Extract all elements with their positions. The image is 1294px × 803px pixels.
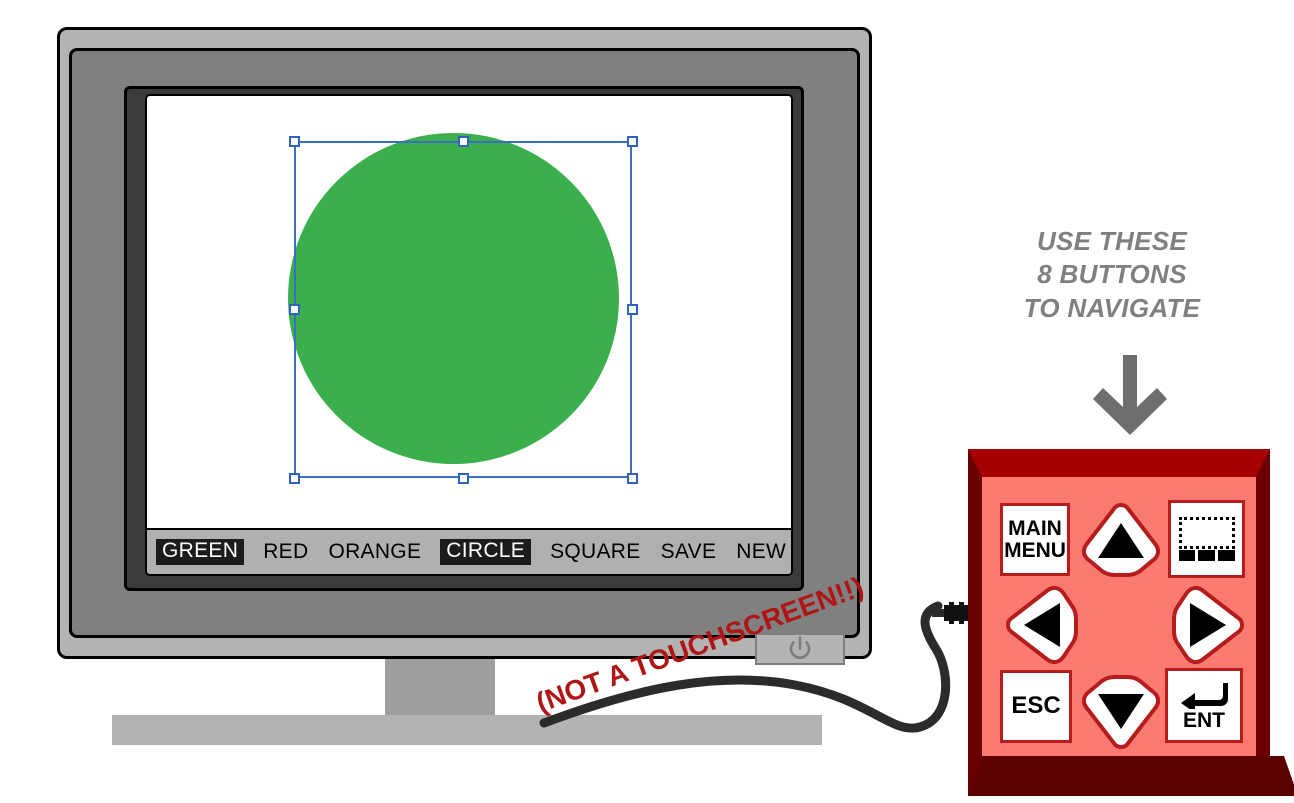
- toolbar-option-red-label: RED: [263, 540, 309, 563]
- toolbar-option-red[interactable]: RED: [253, 530, 318, 574]
- keypad-bottom-bevel: [968, 756, 1294, 796]
- selection-handle-middle-left[interactable]: [289, 304, 300, 315]
- screen-toggle-bar-2: [1198, 550, 1215, 561]
- selection-bounding-box: [294, 141, 632, 478]
- keypad-screen-toggle-button[interactable]: [1168, 500, 1245, 578]
- keypad-main-menu-button[interactable]: MAIN MENU: [1000, 503, 1070, 576]
- toolbar-option-circle[interactable]: CIRCLE: [431, 530, 540, 574]
- keypad-esc-button[interactable]: ESC: [1000, 670, 1072, 743]
- navigate-hint-line-3: TO NAVIGATE: [1023, 292, 1201, 323]
- selection-handle-middle-right[interactable]: [627, 304, 638, 315]
- screen-toggle-bars: [1178, 550, 1235, 561]
- keypad-right-button[interactable]: [1164, 581, 1248, 669]
- keypad-main-menu-line-2: MENU: [1004, 538, 1066, 562]
- selection-handle-top-center[interactable]: [458, 136, 469, 147]
- toolbar-option-orange[interactable]: ORANGE: [318, 530, 431, 574]
- toolbar-option-green[interactable]: GREEN: [147, 530, 253, 574]
- arrow-down-icon: [1090, 355, 1170, 440]
- keypad-up-button[interactable]: [1078, 501, 1164, 579]
- screen-toolbar: GREEN RED ORANGE CIRCLE SQUARE SAVE NEW: [147, 528, 791, 574]
- scene: GREEN RED ORANGE CIRCLE SQUARE SAVE NEW …: [0, 0, 1294, 803]
- toolbar-color-group: GREEN RED ORANGE: [147, 530, 431, 574]
- keypad-enter-label: ENT: [1183, 708, 1225, 732]
- screen-toggle-bar-1: [1178, 550, 1196, 561]
- screen-toggle-icon: [1178, 517, 1235, 561]
- toolbar-option-square[interactable]: SQUARE: [540, 530, 651, 574]
- toolbar-new-button[interactable]: NEW: [726, 530, 791, 574]
- toolbar-save-label: SAVE: [660, 540, 717, 563]
- keypad-esc-label: ESC: [1011, 692, 1061, 720]
- toolbar-option-orange-label: ORANGE: [328, 540, 422, 563]
- toolbar-option-square-label: SQUARE: [550, 540, 641, 563]
- selection-handle-top-right[interactable]: [627, 136, 638, 147]
- keypad-enter-inner: ENT: [1179, 681, 1229, 731]
- arrow-right-icon: [1164, 581, 1248, 669]
- navigate-hint-line-1: USE THESE: [1036, 226, 1188, 256]
- enter-return-icon: [1179, 681, 1229, 710]
- arrow-up-icon: [1078, 501, 1164, 579]
- arrow-left-icon: [1002, 581, 1080, 669]
- keypad-left-button[interactable]: [1002, 581, 1080, 669]
- drawing-canvas[interactable]: [147, 96, 791, 528]
- screen-toggle-bar-3: [1217, 550, 1235, 561]
- toolbar-option-circle-label: CIRCLE: [440, 538, 532, 566]
- monitor-screen: GREEN RED ORANGE CIRCLE SQUARE SAVE NEW: [145, 94, 793, 576]
- keypad-enter-button[interactable]: ENT: [1165, 668, 1243, 743]
- screen-toggle-dotted-area: [1178, 517, 1235, 549]
- toolbar-shape-group: CIRCLE SQUARE: [431, 530, 650, 574]
- selection-handle-bottom-left[interactable]: [289, 473, 300, 484]
- toolbar-option-green-label: GREEN: [156, 538, 245, 566]
- selection-handle-bottom-right[interactable]: [627, 473, 638, 484]
- selection-handle-bottom-center[interactable]: [458, 473, 469, 484]
- keypad-down-button[interactable]: [1077, 673, 1165, 751]
- navigate-hint-line-2: 8 BUTTONS: [1037, 259, 1187, 290]
- monitor-stand-neck: [385, 659, 495, 715]
- toolbar-save-button[interactable]: SAVE: [651, 530, 727, 574]
- arrow-down-icon: [1077, 673, 1165, 751]
- selection-handle-top-left[interactable]: [289, 136, 300, 147]
- keypad-top-bevel: [968, 449, 1270, 477]
- keypad-cable: [520, 575, 1000, 755]
- navigate-hint-text: USE THESE 8 BUTTONS TO NAVIGATE: [1000, 225, 1224, 325]
- toolbar-new-label: NEW: [736, 540, 787, 563]
- keypad-main-menu-line-1: MAIN: [1008, 517, 1062, 541]
